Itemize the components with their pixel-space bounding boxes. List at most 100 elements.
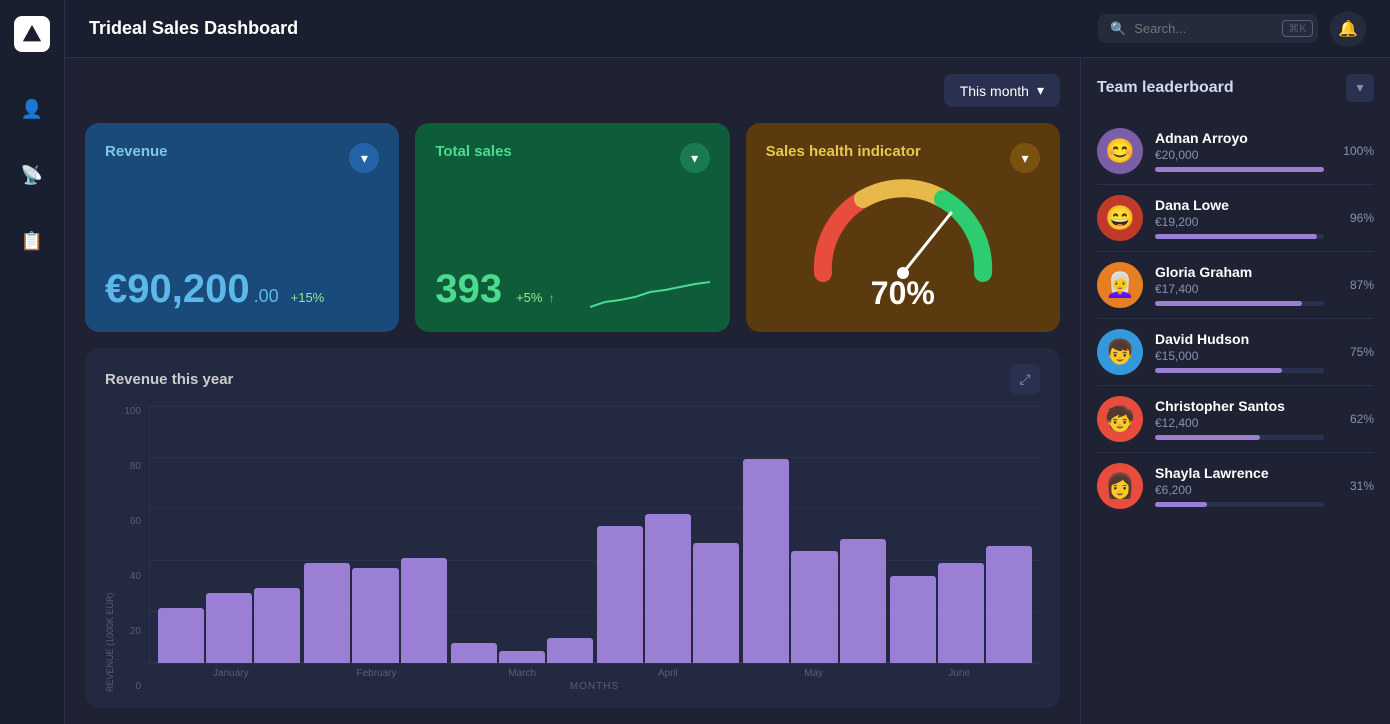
lb-pct-2: 87% — [1336, 278, 1374, 292]
lb-bar-bg-2 — [1155, 301, 1324, 306]
grid-line-100 — [150, 406, 1040, 407]
bar-group-may — [743, 414, 885, 663]
revenue-change: +15% — [291, 290, 325, 305]
bar-group-february — [304, 414, 446, 663]
notification-button[interactable]: 🔔 — [1330, 11, 1366, 47]
x-label-april: April — [595, 668, 741, 679]
search-input[interactable] — [1134, 21, 1274, 36]
revenue-card-header: Revenue ▾ — [105, 143, 379, 173]
sales-card-title: Total sales — [435, 143, 511, 160]
bar-may-2[interactable] — [840, 539, 886, 664]
sparkline-chart — [590, 272, 710, 312]
avatar-3: 👦 — [1097, 329, 1143, 375]
health-card-title: Sales health indicator — [766, 143, 921, 160]
leaderboard-item-4: 🧒 Christopher Santos €12,400 62% — [1097, 386, 1374, 453]
lb-amount-4: €12,400 — [1155, 416, 1324, 430]
leaderboard-panel: Team leaderboard ▾ 😊 Adnan Arroyo €20,00… — [1080, 58, 1390, 724]
period-selector-button[interactable]: This month ▾ — [944, 74, 1060, 107]
bar-april-2[interactable] — [693, 543, 739, 663]
report-nav-icon[interactable]: 📋 — [13, 222, 51, 260]
leaderboard-dropdown-button[interactable]: ▾ — [1346, 74, 1374, 102]
bar-february-2[interactable] — [401, 558, 447, 663]
y-axis-label: REVENUE (1000K EUR) — [105, 406, 115, 692]
broadcast-nav-icon[interactable]: 📡 — [13, 156, 51, 194]
y-label-60: 60 — [119, 516, 141, 527]
sales-change: +5% — [516, 290, 542, 305]
bar-march-1[interactable] — [499, 651, 545, 663]
y-label-100: 100 — [119, 406, 141, 417]
avatar-5: 👩 — [1097, 463, 1143, 509]
y-label-20: 20 — [119, 626, 141, 637]
lb-name-0: Adnan Arroyo — [1155, 130, 1324, 146]
bars-container — [149, 406, 1040, 664]
chart-content: REVENUE (1000K EUR) 0 20 40 60 80 100 — [105, 406, 1040, 692]
bar-june-2[interactable] — [986, 546, 1032, 663]
bar-group-april — [597, 414, 739, 663]
left-panel: This month ▾ Revenue ▾ €90,200 .00 +15% — [65, 58, 1080, 724]
lb-name-5: Shayla Lawrence — [1155, 465, 1324, 481]
bar-june-1[interactable] — [938, 563, 984, 663]
lb-pct-1: 96% — [1336, 211, 1374, 225]
lb-name-3: David Hudson — [1155, 331, 1324, 347]
health-card-header: Sales health indicator ▾ — [766, 143, 1040, 173]
bar-group-march — [451, 414, 593, 663]
bar-january-2[interactable] — [254, 588, 300, 663]
chevron-down-icon: ▾ — [1037, 82, 1044, 99]
x-label-may: May — [741, 668, 887, 679]
bar-january-0[interactable] — [158, 608, 204, 663]
main-content: Trideal Sales Dashboard 🔍 ⌘K 🔔 This mont… — [65, 0, 1390, 724]
content-area: This month ▾ Revenue ▾ €90,200 .00 +15% — [65, 58, 1390, 724]
search-shortcut: ⌘K — [1282, 20, 1312, 37]
bar-february-1[interactable] — [352, 568, 398, 663]
lb-pct-0: 100% — [1336, 144, 1374, 158]
logo[interactable]: ▲ — [14, 16, 50, 52]
lb-bar-bg-4 — [1155, 435, 1324, 440]
lb-info-4: Christopher Santos €12,400 — [1155, 398, 1324, 440]
bar-march-0[interactable] — [451, 643, 497, 663]
bar-chart-section: Revenue this year ⤢ REVENUE (1000K EUR) … — [85, 348, 1060, 708]
profile-nav-icon[interactable]: 👤 — [13, 90, 51, 128]
lb-amount-3: €15,000 — [1155, 349, 1324, 363]
x-labels: JanuaryFebruaryMarchAprilMayJune — [149, 664, 1040, 679]
bar-may-0[interactable] — [743, 459, 789, 663]
bar-april-0[interactable] — [597, 526, 643, 663]
avatar-0: 😊 — [1097, 128, 1143, 174]
x-axis-title: MONTHS — [149, 681, 1040, 692]
chart-area: JanuaryFebruaryMarchAprilMayJune MONTHS — [149, 406, 1040, 692]
chart-expand-button[interactable]: ⤢ — [1010, 364, 1040, 394]
lb-pct-4: 62% — [1336, 412, 1374, 426]
health-dropdown-button[interactable]: ▾ — [1010, 143, 1040, 173]
revenue-dropdown-button[interactable]: ▾ — [349, 143, 379, 173]
avatar-4: 🧒 — [1097, 396, 1143, 442]
x-label-march: March — [449, 668, 595, 679]
bar-group-january — [158, 414, 300, 663]
sales-card-header: Total sales ▾ — [435, 143, 709, 173]
total-sales-card: Total sales ▾ 393 +5% ↑ — [415, 123, 729, 332]
lb-bar-bg-5 — [1155, 502, 1324, 507]
bar-april-1[interactable] — [645, 514, 691, 663]
leaderboard-item-2: 👩‍🦳 Gloria Graham €17,400 87% — [1097, 252, 1374, 319]
lb-amount-5: €6,200 — [1155, 483, 1324, 497]
bar-march-2[interactable] — [547, 638, 593, 663]
lb-bar-fill-3 — [1155, 368, 1282, 373]
bar-june-0[interactable] — [890, 576, 936, 663]
search-icon: 🔍 — [1110, 21, 1126, 37]
lb-bar-bg-1 — [1155, 234, 1324, 239]
lb-amount-2: €17,400 — [1155, 282, 1324, 296]
top-controls: This month ▾ — [85, 74, 1060, 107]
bar-february-0[interactable] — [304, 563, 350, 663]
sales-dropdown-button[interactable]: ▾ — [680, 143, 710, 173]
avatar-1: 😄 — [1097, 195, 1143, 241]
bar-may-1[interactable] — [791, 551, 837, 663]
x-label-february: February — [304, 668, 450, 679]
lb-info-0: Adnan Arroyo €20,000 — [1155, 130, 1324, 172]
x-label-january: January — [158, 668, 304, 679]
sales-value-row: 393 +5% ↑ — [435, 267, 709, 312]
bar-january-1[interactable] — [206, 593, 252, 663]
leaderboard-item-5: 👩 Shayla Lawrence €6,200 31% — [1097, 453, 1374, 519]
period-label: This month — [960, 83, 1029, 99]
page-title: Trideal Sales Dashboard — [89, 18, 1098, 39]
chart-title: Revenue this year — [105, 371, 233, 388]
y-axis: 0 20 40 60 80 100 — [119, 406, 149, 692]
search-bar[interactable]: 🔍 ⌘K — [1098, 14, 1318, 43]
